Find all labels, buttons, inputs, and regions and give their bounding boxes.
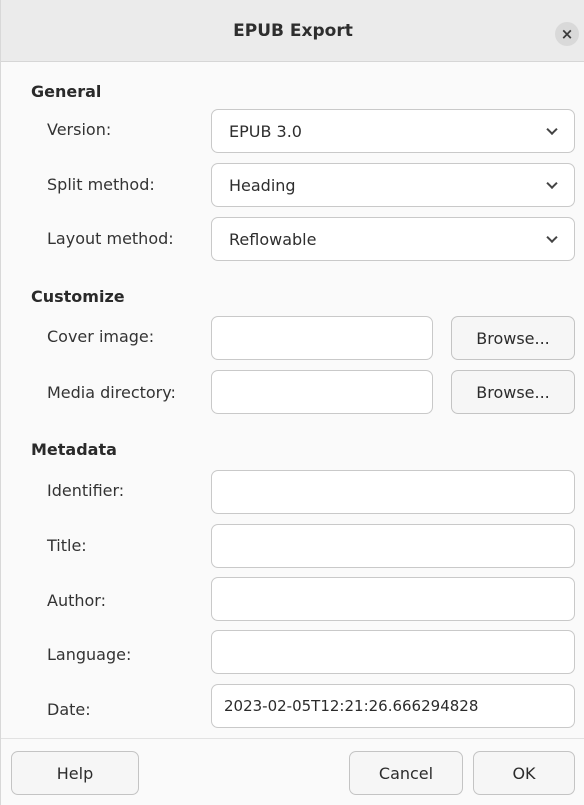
split-method-dropdown[interactable]: Heading: [211, 163, 575, 207]
split-method-value: Heading: [229, 175, 296, 195]
metadata-heading: Metadata: [31, 440, 117, 459]
media-directory-label: Media directory:: [47, 383, 176, 402]
general-heading: General: [31, 82, 102, 101]
chevron-down-icon: [546, 123, 558, 136]
close-button[interactable]: ×: [555, 22, 579, 46]
language-input[interactable]: [211, 630, 575, 674]
chevron-down-icon: [546, 177, 558, 190]
title-bar: EPUB Export ×: [1, 0, 584, 62]
customize-heading: Customize: [31, 287, 125, 306]
version-dropdown[interactable]: EPUB 3.0: [211, 109, 575, 153]
cover-image-label: Cover image:: [47, 327, 155, 346]
chevron-down-icon: [546, 231, 558, 244]
split-method-label: Split method:: [47, 175, 155, 194]
close-icon: ×: [560, 25, 574, 43]
identifier-label: Identifier:: [47, 481, 125, 500]
author-input[interactable]: [211, 577, 575, 621]
ok-button[interactable]: OK: [473, 751, 575, 795]
title-label: Title:: [47, 536, 87, 555]
date-label: Date:: [47, 700, 91, 719]
version-label: Version:: [47, 120, 112, 139]
cover-image-browse-button[interactable]: Browse...: [451, 316, 575, 360]
identifier-input[interactable]: [211, 470, 575, 514]
author-label: Author:: [47, 591, 106, 610]
version-value: EPUB 3.0: [229, 121, 302, 141]
title-input[interactable]: [211, 524, 575, 568]
epub-export-dialog: EPUB Export × General Version: EPUB 3.0 …: [0, 0, 584, 805]
language-label: Language:: [47, 645, 132, 664]
dialog-title: EPUB Export: [233, 20, 353, 41]
help-button[interactable]: Help: [11, 751, 139, 795]
layout-method-label: Layout method:: [47, 229, 174, 248]
footer-divider: [1, 738, 584, 739]
layout-method-value: Reflowable: [229, 229, 317, 249]
media-directory-input[interactable]: [211, 370, 433, 414]
cover-image-input[interactable]: [211, 316, 433, 360]
media-directory-browse-button[interactable]: Browse...: [451, 370, 575, 414]
cancel-button[interactable]: Cancel: [349, 751, 463, 795]
date-input[interactable]: 2023-02-05T12:21:26.666294828: [211, 684, 575, 728]
layout-method-dropdown[interactable]: Reflowable: [211, 217, 575, 261]
